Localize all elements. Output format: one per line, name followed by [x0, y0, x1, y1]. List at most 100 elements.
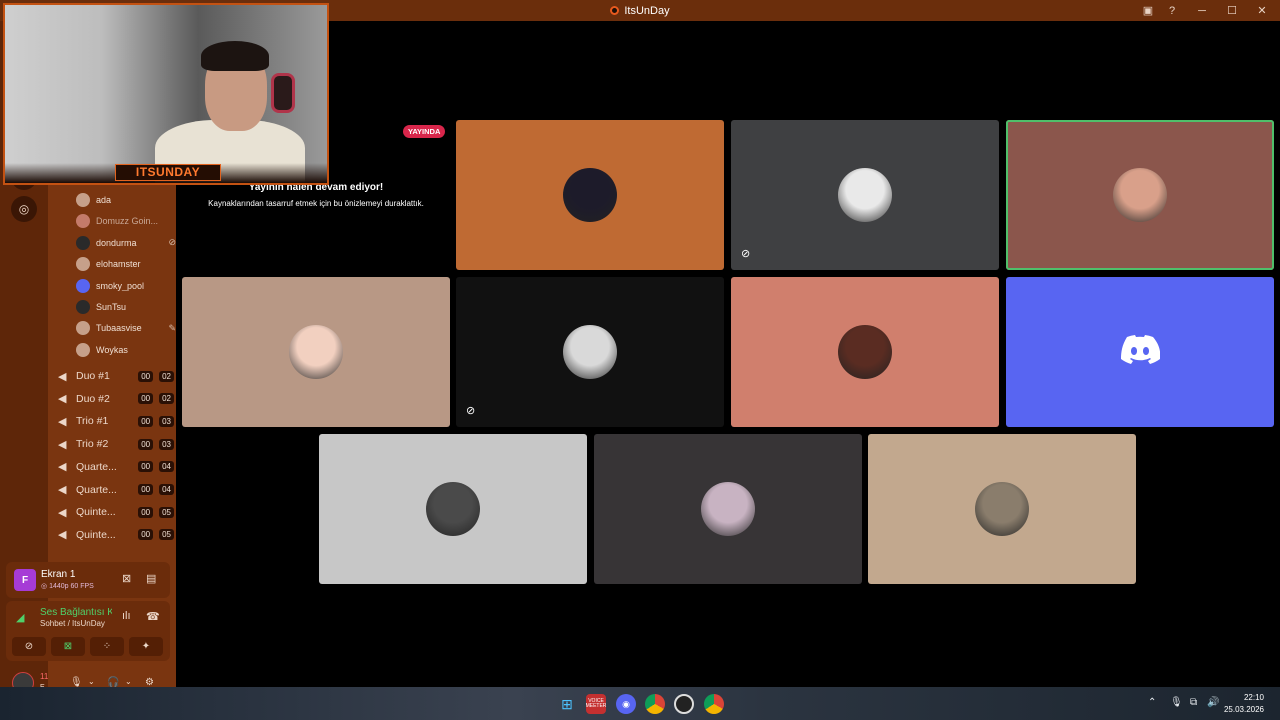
voice-member[interactable]: smoky_pool: [76, 277, 176, 295]
share-settings-icon[interactable]: ▤: [146, 572, 156, 585]
voice-member[interactable]: Tubaasvise ✎: [76, 319, 176, 337]
channel-name: Quinte...: [76, 528, 116, 541]
deafened-icon: ⊘: [168, 237, 176, 248]
voice-member[interactable]: ada: [76, 191, 176, 209]
webcam-headset: [271, 73, 295, 113]
voice-channel[interactable]: ◀ Quinte... 00 05: [58, 502, 174, 522]
channel-user-count: 00: [138, 415, 154, 427]
camera-off-icon[interactable]: ⊘: [12, 637, 46, 656]
voice-member[interactable]: Woykas: [76, 341, 176, 359]
channel-user-limit: 04: [159, 461, 174, 473]
channel-user-limit: 05: [159, 506, 174, 518]
taskbar-clock[interactable]: 22:10 25.03.2026: [1224, 692, 1264, 716]
webcam-person-hair: [201, 41, 269, 71]
signal-icon: ◢: [16, 612, 25, 624]
help-icon[interactable]: ?: [1160, 0, 1184, 21]
speaker-icon: ◀: [58, 529, 67, 542]
discord-icon[interactable]: ◉: [616, 694, 636, 714]
channel-user-limit: 02: [159, 393, 174, 405]
channel-user-count: 00: [138, 484, 154, 495]
pig-avatar: [76, 214, 90, 229]
channel-user-count: 00: [138, 529, 154, 541]
voice-meeter-icon[interactable]: VOICE MEETER: [586, 694, 606, 714]
disconnect-icon[interactable]: ☎: [146, 610, 160, 623]
window-title: ItsUnDay: [610, 5, 670, 17]
tray-mic-icon[interactable]: 🎙: [1170, 697, 1183, 708]
voice-channel[interactable]: ◀ Quarte... 00 04: [58, 480, 174, 500]
member-name: Woykas: [96, 344, 128, 355]
windows-start-icon[interactable]: ⊞: [557, 694, 577, 714]
speaker-icon: ◀: [58, 415, 67, 428]
window-controls: ▣ ? ─ ☐ ✕: [1136, 0, 1280, 21]
portrait-avatar: [1113, 168, 1167, 222]
photo-avatar: [76, 342, 90, 357]
voice-channel[interactable]: ◀ Duo #1 00 02: [58, 366, 174, 386]
screen-share-avatar: F: [14, 569, 36, 591]
chrome-icon[interactable]: [704, 694, 724, 714]
participant-tile[interactable]: [868, 434, 1136, 584]
voice-location: Sohbet / ItsUnDay: [40, 619, 105, 628]
participant-tile[interactable]: ⊘: [456, 277, 724, 427]
participant-tile[interactable]: [1006, 120, 1274, 270]
anime-avatar: [76, 235, 90, 250]
tray-chevron-icon[interactable]: ⌃: [1148, 697, 1156, 708]
photo-avatar: [76, 321, 90, 336]
voice-channel[interactable]: ◀ Trio #1 00 03: [58, 411, 174, 431]
participant-tile[interactable]: [731, 277, 999, 427]
participant-tile[interactable]: ⊘: [731, 120, 999, 270]
voice-member[interactable]: SunTsu: [76, 298, 176, 316]
voice-member[interactable]: dondurma ⊘: [76, 234, 176, 252]
voice-channel[interactable]: ◀ Trio #2 00 03: [58, 434, 174, 454]
minimize-button[interactable]: ─: [1184, 0, 1220, 21]
chrome-icon[interactable]: [645, 694, 665, 714]
activities-icon[interactable]: ⁘: [90, 637, 124, 656]
deafened-icon: ⊘: [466, 405, 476, 417]
speaker-icon: ◀: [58, 461, 67, 474]
headphone-chevron-icon[interactable]: ⌄: [125, 677, 132, 686]
tray-network-icon[interactable]: ⧉: [1190, 697, 1197, 708]
ada-avatar: [76, 193, 90, 207]
participant-tile[interactable]: [1006, 277, 1274, 427]
maximize-button[interactable]: ☐: [1220, 0, 1244, 21]
voice-status[interactable]: Ses Bağlantısı K: [40, 607, 112, 618]
pig-avatar: [289, 325, 343, 379]
participant-tile[interactable]: [594, 434, 862, 584]
participant-tile[interactable]: [456, 120, 724, 270]
participant-tile[interactable]: [319, 434, 587, 584]
participant-tile[interactable]: [182, 277, 450, 427]
bunny-avatar: [701, 482, 755, 536]
app-logo-icon: [610, 6, 620, 15]
member-name: elohamster: [96, 259, 141, 270]
voice-channel[interactable]: ◀ Quarte... 00 04: [58, 457, 174, 477]
soundboard-icon[interactable]: ✦: [129, 637, 163, 656]
deafened-icon: ⊘: [741, 248, 751, 260]
noise-suppression-icon[interactable]: ılı: [122, 610, 131, 622]
channel-name: Duo #2: [76, 392, 110, 405]
voice-member[interactable]: elohamster: [76, 255, 176, 273]
channel-user-limit: 02: [159, 370, 174, 382]
voice-member[interactable]: Domuzz Goin...: [76, 212, 176, 230]
member-name: dondurma: [96, 237, 137, 248]
tray-volume-icon[interactable]: 🔊: [1207, 697, 1219, 708]
speaker-icon: ◀: [58, 393, 67, 406]
close-button[interactable]: ✕: [1244, 0, 1280, 21]
channel-name: Trio #2: [76, 438, 109, 451]
moon-avatar: [838, 325, 892, 379]
channel-name: Trio #1: [76, 415, 109, 428]
speaker-icon: ◀: [58, 506, 67, 519]
stitch-avatar: [838, 168, 892, 222]
screen-icon[interactable]: ▣: [1136, 0, 1160, 21]
mic-chevron-icon[interactable]: ⌄: [88, 677, 95, 686]
obs-icon[interactable]: [674, 694, 694, 714]
screen-share-title: Ekran 1: [41, 569, 76, 580]
explore-icon[interactable]: ◎: [11, 196, 37, 222]
voice-channel[interactable]: ◀ Quinte... 00 05: [58, 525, 174, 545]
stream-icon[interactable]: ⊠: [51, 637, 85, 656]
member-name: Domuzz Goin...: [96, 216, 159, 227]
screen-share-quality: ◎ 1440p 60 FPS: [41, 583, 94, 590]
speaker-icon: ◀: [58, 370, 67, 383]
stop-share-icon[interactable]: ⊠: [122, 572, 131, 585]
voice-channel[interactable]: ◀ Duo #2 00 02: [58, 389, 174, 409]
channel-user-count: 00: [138, 461, 154, 473]
channel-name: Quarte...: [76, 460, 117, 473]
